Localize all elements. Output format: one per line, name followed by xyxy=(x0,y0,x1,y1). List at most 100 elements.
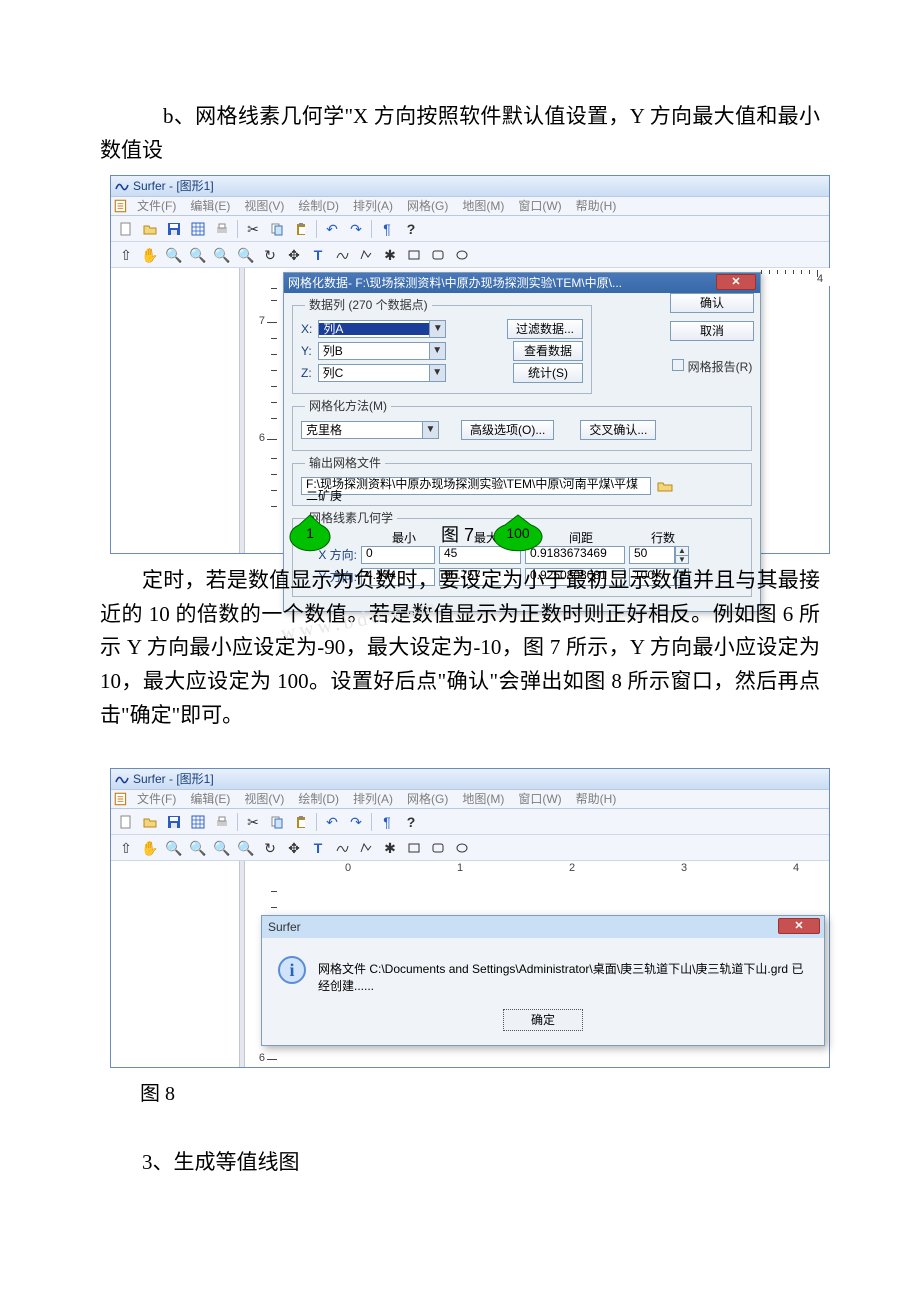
zoom2-icon[interactable]: 🔍 xyxy=(187,244,209,266)
view-data-button[interactable]: 查看数据 xyxy=(513,341,583,361)
msgbox-close-button[interactable]: ✕ xyxy=(778,918,820,934)
out-path-field[interactable]: F:\现场探测资料\中原办现场探测实验\TEM\中原\河南平煤\平煤二矿庚 xyxy=(301,477,651,495)
print-icon[interactable] xyxy=(211,218,233,240)
splitter[interactable] xyxy=(239,268,245,553)
redo-icon[interactable]: ↷ xyxy=(345,218,367,240)
dialog-close-button[interactable]: ✕ xyxy=(716,274,756,290)
x-col-combo[interactable]: 列A ▼ xyxy=(318,320,446,338)
menu-map[interactable]: 地图(M) xyxy=(456,791,510,807)
grid-report-check[interactable]: 网格报告(R) xyxy=(672,359,753,373)
para-icon[interactable]: ¶ xyxy=(376,218,398,240)
window-title: Surfer - [图形1] xyxy=(133,773,214,785)
new-icon[interactable] xyxy=(115,811,137,833)
rect-icon[interactable] xyxy=(403,837,425,859)
stats-button[interactable]: 统计(S) xyxy=(513,363,583,383)
xrows-spin[interactable]: ▲▼ xyxy=(675,546,689,564)
shape2-icon[interactable] xyxy=(355,837,377,859)
menu-view[interactable]: 视图(V) xyxy=(238,791,290,807)
save-icon[interactable] xyxy=(163,218,185,240)
copy-icon[interactable] xyxy=(266,218,288,240)
shape2-icon[interactable] xyxy=(355,244,377,266)
menu-window[interactable]: 窗口(W) xyxy=(512,791,567,807)
chevron-down-icon: ▼ xyxy=(429,365,445,381)
zoom1-icon[interactable]: 🔍 xyxy=(163,244,185,266)
text-icon[interactable]: T xyxy=(307,244,329,266)
menu-draw[interactable]: 绘制(D) xyxy=(292,791,345,807)
menu-map[interactable]: 地图(M) xyxy=(456,198,510,214)
menu-window[interactable]: 窗口(W) xyxy=(512,198,567,214)
fig8-workarea: 6 0 1 2 3 4 Surfer ✕ i 网格文件 C:\Documents… xyxy=(111,861,829,1067)
menu-grid[interactable]: 网格(G) xyxy=(401,791,454,807)
menu-edit[interactable]: 编辑(E) xyxy=(184,198,236,214)
cut-icon[interactable]: ✂ xyxy=(242,218,264,240)
symbol-icon[interactable]: ✱ xyxy=(379,837,401,859)
redo-icon[interactable]: ↷ xyxy=(345,811,367,833)
undo-icon[interactable]: ↶ xyxy=(321,218,343,240)
help-icon[interactable]: ? xyxy=(400,218,422,240)
menu-help[interactable]: 帮助(H) xyxy=(570,198,623,214)
menu-file[interactable]: 文件(F) xyxy=(131,198,182,214)
print-icon[interactable] xyxy=(211,811,233,833)
shape1-icon[interactable] xyxy=(331,244,353,266)
hand-icon[interactable]: ✋ xyxy=(139,837,161,859)
advanced-button[interactable]: 高级选项(O)... xyxy=(461,420,554,440)
new-icon[interactable] xyxy=(115,218,137,240)
rotate-icon[interactable]: ↻ xyxy=(259,244,281,266)
open-icon[interactable] xyxy=(139,218,161,240)
paste-icon[interactable] xyxy=(290,811,312,833)
xrows-field[interactable]: 50 xyxy=(629,546,675,564)
y-col-combo[interactable]: 列B ▼ xyxy=(318,342,446,360)
zoom2-icon[interactable]: 🔍 xyxy=(187,837,209,859)
zoomfit-icon[interactable]: 🔍 xyxy=(235,244,257,266)
shape1-icon[interactable] xyxy=(331,837,353,859)
menu-grid[interactable]: 网格(G) xyxy=(401,198,454,214)
browse-folder-icon[interactable] xyxy=(657,478,673,494)
ellipse-icon[interactable] xyxy=(451,837,473,859)
menu-help[interactable]: 帮助(H) xyxy=(570,791,623,807)
app-icon xyxy=(115,179,129,193)
grid-icon[interactable] xyxy=(187,811,209,833)
cancel-button[interactable]: 取消 xyxy=(670,321,754,341)
menu-view[interactable]: 视图(V) xyxy=(238,198,290,214)
para-icon[interactable]: ¶ xyxy=(376,811,398,833)
roundrect-icon[interactable] xyxy=(427,244,449,266)
hand-icon[interactable]: ✋ xyxy=(139,244,161,266)
rect-icon[interactable] xyxy=(403,244,425,266)
zoom1-icon[interactable]: 🔍 xyxy=(163,837,185,859)
ellipse-icon[interactable] xyxy=(451,244,473,266)
copy-icon[interactable] xyxy=(266,811,288,833)
undo-icon[interactable]: ↶ xyxy=(321,811,343,833)
menu-arrange[interactable]: 排列(A) xyxy=(347,198,399,214)
filter-data-button[interactable]: 过滤数据... xyxy=(507,319,583,339)
zoom3-icon[interactable]: 🔍 xyxy=(211,244,233,266)
rotate-icon[interactable]: ↻ xyxy=(259,837,281,859)
paste-icon[interactable] xyxy=(290,218,312,240)
zoomfit-icon[interactable]: 🔍 xyxy=(235,837,257,859)
menubar: 文件(F) 编辑(E) 视图(V) 绘制(D) 排列(A) 网格(G) 地图(M… xyxy=(111,196,829,216)
cross-validate-button[interactable]: 交叉确认... xyxy=(580,420,656,440)
grid-icon[interactable] xyxy=(187,218,209,240)
msgbox-ok-button[interactable]: 确定 xyxy=(503,1009,583,1031)
xmin-field[interactable]: 0 xyxy=(361,546,435,564)
menu-edit[interactable]: 编辑(E) xyxy=(184,791,236,807)
help-icon[interactable]: ? xyxy=(400,811,422,833)
pointer-icon[interactable]: ⇧ xyxy=(115,837,137,859)
roundrect-icon[interactable] xyxy=(427,837,449,859)
cut-icon[interactable]: ✂ xyxy=(242,811,264,833)
z-col-combo[interactable]: 列C ▼ xyxy=(318,364,446,382)
method-combo[interactable]: 克里格 ▼ xyxy=(301,421,439,439)
open-icon[interactable] xyxy=(139,811,161,833)
menu-arrange[interactable]: 排列(A) xyxy=(347,791,399,807)
splitter[interactable] xyxy=(239,861,245,1067)
symbol-icon[interactable]: ✱ xyxy=(379,244,401,266)
move-icon[interactable]: ✥ xyxy=(283,244,305,266)
text-icon[interactable]: T xyxy=(307,837,329,859)
move-icon[interactable]: ✥ xyxy=(283,837,305,859)
menu-file[interactable]: 文件(F) xyxy=(131,791,182,807)
ok-button[interactable]: 确认 xyxy=(670,293,754,313)
zoom3-icon[interactable]: 🔍 xyxy=(211,837,233,859)
menu-draw[interactable]: 绘制(D) xyxy=(292,198,345,214)
callout-100: 100 xyxy=(489,513,547,553)
pointer-icon[interactable]: ⇧ xyxy=(115,244,137,266)
save-icon[interactable] xyxy=(163,811,185,833)
